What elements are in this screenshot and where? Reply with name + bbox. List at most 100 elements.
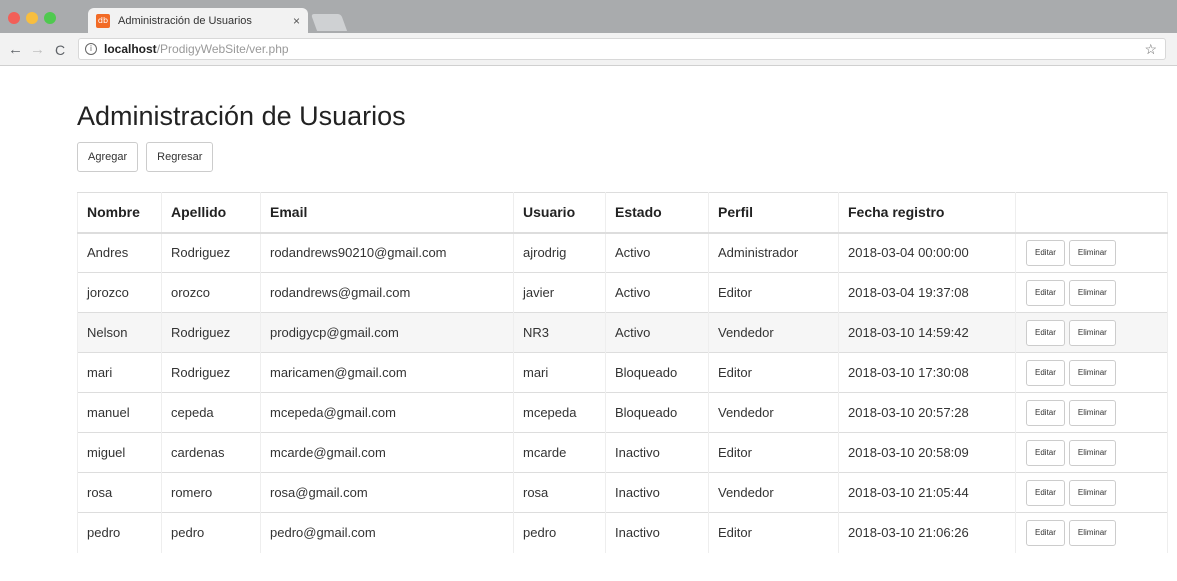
users-table-wrapper: Nombre Apellido Email Usuario Estado Perfil Fe… bbox=[77, 192, 1169, 553]
forward-arrow-icon[interactable]: → bbox=[30, 41, 45, 58]
column-header-email: Email bbox=[260, 192, 514, 234]
cell-nombre: Andres bbox=[77, 232, 162, 273]
users-table: Nombre Apellido Email Usuario Estado Perfil Fe… bbox=[77, 192, 1168, 553]
cell-nombre: mari bbox=[77, 352, 162, 393]
cell-acciones: Editar Eliminar bbox=[1015, 272, 1168, 313]
cell-acciones: Editar Eliminar bbox=[1015, 392, 1168, 433]
browser-tab[interactable]: db Administración de Usuarios × bbox=[88, 8, 308, 33]
tab-title: Administración de Usuarios bbox=[118, 14, 252, 27]
cell-estado: Bloqueado bbox=[605, 352, 709, 393]
delete-button[interactable]: Eliminar bbox=[1068, 279, 1116, 306]
cell-estado: Activo bbox=[605, 312, 709, 353]
cell-fecha-registro: 2018-03-10 20:57:28 bbox=[838, 392, 1016, 433]
edit-button[interactable]: Editar bbox=[1026, 239, 1065, 266]
bookmark-star-icon[interactable]: ☆ bbox=[1144, 41, 1157, 58]
info-icon[interactable]: i bbox=[85, 43, 97, 55]
table-row: rosa romero rosa@gmail.com rosa Inactivo Vend… bbox=[77, 472, 1168, 513]
delete-button[interactable]: Eliminar bbox=[1068, 239, 1116, 266]
table-row: mari Rodriguez maricamen@gmail.com mari Bloq… bbox=[77, 352, 1168, 393]
action-bar: Agregar Regresar bbox=[77, 142, 1169, 172]
cell-apellido: pedro bbox=[161, 512, 261, 553]
minimize-window-button[interactable] bbox=[26, 12, 38, 24]
cell-nombre: Nelson bbox=[77, 312, 162, 353]
back-arrow-icon[interactable]: ← bbox=[8, 41, 23, 58]
table-header-row: Nombre Apellido Email Usuario Estado Perfil Fe… bbox=[77, 192, 1168, 234]
delete-button[interactable]: Eliminar bbox=[1068, 399, 1116, 426]
cell-email: rodandrews@gmail.com bbox=[260, 272, 514, 313]
cell-nombre: rosa bbox=[77, 472, 162, 513]
table-row: miguel cardenas mcarde@gmail.com mcarde Inac… bbox=[77, 432, 1168, 473]
cell-perfil: Editor bbox=[708, 352, 839, 393]
column-header-apellido: Apellido bbox=[161, 192, 261, 234]
edit-button[interactable]: Editar bbox=[1026, 399, 1065, 426]
delete-button[interactable]: Eliminar bbox=[1068, 479, 1116, 506]
cell-fecha-registro: 2018-03-10 21:05:44 bbox=[838, 472, 1016, 513]
url-host: localhost bbox=[104, 42, 157, 56]
add-button[interactable]: Agregar bbox=[77, 142, 139, 172]
cell-estado: Inactivo bbox=[605, 432, 709, 473]
edit-button[interactable]: Editar bbox=[1026, 519, 1065, 546]
cell-perfil: Editor bbox=[708, 272, 839, 313]
cell-usuario: javier bbox=[513, 272, 606, 313]
cell-acciones: Editar Eliminar bbox=[1015, 432, 1168, 473]
cell-fecha-registro: 2018-03-10 14:59:42 bbox=[838, 312, 1016, 353]
cell-fecha-registro: 2018-03-10 17:30:08 bbox=[838, 352, 1016, 393]
cell-estado: Activo bbox=[605, 272, 709, 313]
delete-button[interactable]: Eliminar bbox=[1068, 519, 1116, 546]
cell-apellido: cepeda bbox=[161, 392, 261, 433]
table-body: Andres Rodriguez rodandrews90210@gmail.com… bbox=[77, 232, 1168, 553]
reload-icon[interactable]: C bbox=[55, 42, 65, 58]
delete-button[interactable]: Eliminar bbox=[1068, 319, 1116, 346]
cell-fecha-registro: 2018-03-04 00:00:00 bbox=[838, 232, 1016, 273]
cell-usuario: NR3 bbox=[513, 312, 606, 353]
cell-perfil: Vendedor bbox=[708, 312, 839, 353]
cell-email: rosa@gmail.com bbox=[260, 472, 514, 513]
cell-perfil: Administrador bbox=[708, 232, 839, 273]
cell-usuario: rosa bbox=[513, 472, 606, 513]
new-tab-button[interactable] bbox=[310, 14, 348, 31]
cell-usuario: ajrodrig bbox=[513, 232, 606, 273]
table-row: Nelson Rodriguez prodigycp@gmail.com NR3 Act… bbox=[77, 312, 1168, 353]
tab-close-icon[interactable]: × bbox=[293, 14, 300, 28]
cell-apellido: Rodriguez bbox=[161, 232, 261, 273]
cell-estado: Inactivo bbox=[605, 472, 709, 513]
maximize-window-button[interactable] bbox=[44, 12, 56, 24]
column-header-usuario: Usuario bbox=[513, 192, 606, 234]
edit-button[interactable]: Editar bbox=[1026, 479, 1065, 506]
tab-favicon-icon: db bbox=[96, 13, 110, 28]
edit-button[interactable]: Editar bbox=[1026, 359, 1065, 386]
cell-perfil: Editor bbox=[708, 432, 839, 473]
delete-button[interactable]: Eliminar bbox=[1068, 359, 1116, 386]
cell-apellido: cardenas bbox=[161, 432, 261, 473]
column-header-acciones bbox=[1015, 192, 1168, 234]
edit-button[interactable]: Editar bbox=[1026, 439, 1065, 466]
cell-acciones: Editar Eliminar bbox=[1015, 472, 1168, 513]
cell-estado: Inactivo bbox=[605, 512, 709, 553]
url-bar[interactable]: i localhost /ProdigyWebSite/ver.php ☆ bbox=[78, 38, 1166, 60]
cell-usuario: pedro bbox=[513, 512, 606, 553]
cell-perfil: Editor bbox=[708, 512, 839, 553]
cell-acciones: Editar Eliminar bbox=[1015, 352, 1168, 393]
edit-button[interactable]: Editar bbox=[1026, 319, 1065, 346]
cell-usuario: mcepeda bbox=[513, 392, 606, 433]
table-row: jorozco orozco rodandrews@gmail.com javier A… bbox=[77, 272, 1168, 313]
cell-apellido: Rodriguez bbox=[161, 352, 261, 393]
cell-acciones: Editar Eliminar bbox=[1015, 312, 1168, 353]
cell-apellido: Rodriguez bbox=[161, 312, 261, 353]
column-header-perfil: Perfil bbox=[708, 192, 839, 234]
cell-email: prodigycp@gmail.com bbox=[260, 312, 514, 353]
cell-email: pedro@gmail.com bbox=[260, 512, 514, 553]
cell-email: mcepeda@gmail.com bbox=[260, 392, 514, 433]
browser-tab-bar: db Administración de Usuarios × bbox=[0, 0, 1177, 33]
cell-email: mcarde@gmail.com bbox=[260, 432, 514, 473]
edit-button[interactable]: Editar bbox=[1026, 279, 1065, 306]
delete-button[interactable]: Eliminar bbox=[1068, 439, 1116, 466]
close-window-button[interactable] bbox=[8, 12, 20, 24]
address-toolbar: ← → C i localhost /ProdigyWebSite/ver.ph… bbox=[0, 33, 1177, 66]
cell-fecha-registro: 2018-03-04 19:37:08 bbox=[838, 272, 1016, 313]
page-content: Administración de Usuarios Agregar Regre… bbox=[77, 66, 1169, 553]
back-button[interactable]: Regresar bbox=[146, 142, 214, 172]
column-header-estado: Estado bbox=[605, 192, 709, 234]
cell-apellido: orozco bbox=[161, 272, 261, 313]
cell-estado: Activo bbox=[605, 232, 709, 273]
